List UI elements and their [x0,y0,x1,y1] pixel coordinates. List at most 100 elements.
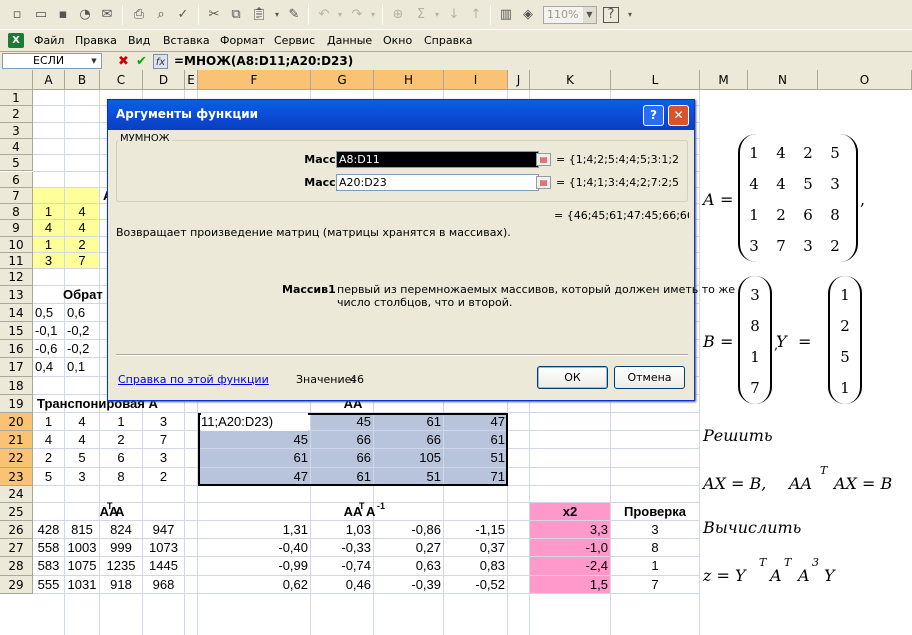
menu-view[interactable]: Вид [128,34,150,47]
cell-F22[interactable]: 61 [200,449,308,467]
excel-document-icon[interactable]: X [8,33,24,48]
hyperlink-icon[interactable]: ⊕ [389,6,407,24]
cell-A21[interactable]: 4 [35,431,62,449]
row-header-22[interactable]: 22 [0,449,33,468]
dialog-help-button[interactable]: ? [643,105,664,126]
column-header-N[interactable]: N [748,70,818,90]
cell-B20[interactable]: 4 [67,413,97,431]
chevron-down-icon[interactable]: ▼ [88,55,100,67]
cell-A23[interactable]: 5 [35,468,62,486]
cell-D28[interactable]: 1445 [145,557,182,575]
cell-A10[interactable]: 1 [35,237,62,253]
print-icon[interactable]: ⎙ [130,6,148,24]
ok-button[interactable]: ОК [537,366,608,389]
cell-B10[interactable]: 2 [67,237,97,253]
column-header-C[interactable]: C [100,70,143,90]
save-icon[interactable]: ▪ [54,6,72,24]
menu-help[interactable]: Справка [424,34,472,47]
row-header-29[interactable]: 29 [0,575,33,594]
cell-D21[interactable]: 7 [145,431,182,449]
row-header-8[interactable]: 8 [0,204,33,221]
menu-window[interactable]: Окно [383,34,412,47]
cell-H29[interactable]: -0,39 [376,576,441,594]
cell-F28[interactable]: -0,99 [200,557,308,575]
cell-K28[interactable]: -2,4 [532,557,608,575]
cell-F20[interactable]: 11;A20:D23) [201,413,308,432]
cell-L28[interactable]: 1 [613,557,697,575]
cell-I23[interactable]: 71 [446,468,505,486]
cell-D23[interactable]: 2 [145,468,182,486]
menu-format[interactable]: Формат [220,34,265,47]
row-header-19[interactable]: 19 [0,394,33,413]
row-header-2[interactable]: 2 [0,106,33,123]
cell-H26[interactable]: -0,86 [376,521,441,539]
paste-dropdown-icon[interactable]: ▾ [268,6,286,24]
cancel-button[interactable]: Отмена [614,366,685,389]
cell-D29[interactable]: 968 [145,576,182,594]
row-header-17[interactable]: 17 [0,358,33,377]
cell-A16[interactable]: -0,6 [35,340,62,358]
cell-D27[interactable]: 1073 [145,539,182,557]
permission-icon[interactable]: ◔ [76,6,94,24]
cell-C22[interactable]: 6 [102,449,140,467]
cell-F27[interactable]: -0,40 [200,539,308,557]
cell-H27[interactable]: 0,27 [376,539,441,557]
row-header-24[interactable]: 24 [0,485,33,503]
cell-B16[interactable]: -0,2 [67,340,97,358]
row-header-15[interactable]: 15 [0,322,33,341]
formula-input[interactable]: =МНОЖ(A8:D11;A20:D23) [174,52,353,71]
row-header-3[interactable]: 3 [0,122,33,139]
open-icon[interactable]: ▭ [32,6,50,24]
cell-I20[interactable]: 47 [446,413,505,431]
help-on-function-link[interactable]: Справка по этой функции [118,373,269,386]
cell-A8[interactable]: 1 [35,204,62,220]
enter-formula-button[interactable]: ✔ [134,54,149,69]
undo-dropdown-icon[interactable]: ▾ [331,6,349,24]
cell-B27[interactable]: 1003 [67,539,97,557]
cell-B28[interactable]: 1075 [67,557,97,575]
autosum-dropdown-icon[interactable]: ▾ [428,6,446,24]
column-header-D[interactable]: D [143,70,185,90]
cell-D26[interactable]: 947 [145,521,182,539]
cell-A27[interactable]: 558 [35,539,62,557]
menu-insert[interactable]: Вставка [163,34,210,47]
cell-B26[interactable]: 815 [67,521,97,539]
cell-B9[interactable]: 4 [67,220,97,236]
dialog-title-bar[interactable]: Аргументы функции ? ✕ [108,100,694,130]
cell-C23[interactable]: 8 [102,468,140,486]
sort-descending-icon[interactable]: ↑ [467,6,485,24]
chevron-down-icon[interactable]: ▼ [583,7,596,23]
column-header-K[interactable]: K [530,70,611,90]
cell-G27[interactable]: -0,33 [313,539,371,557]
column-header-H[interactable]: H [374,70,444,90]
cell-G22[interactable]: 66 [313,449,371,467]
column-header-B[interactable]: B [65,70,100,90]
cell-B22[interactable]: 5 [67,449,97,467]
cell-I27[interactable]: 0,37 [446,539,505,557]
row-header-13[interactable]: 13 [0,285,33,304]
row-header-25[interactable]: 25 [0,502,33,521]
row-header-16[interactable]: 16 [0,340,33,359]
chart-wizard-icon[interactable]: ▥ [497,6,515,24]
cell-L29[interactable]: 7 [613,576,697,594]
column-header-L[interactable]: L [611,70,700,90]
cell-H21[interactable]: 66 [376,431,441,449]
cell-A11[interactable]: 3 [35,253,62,269]
cell-A26[interactable]: 428 [35,521,62,539]
column-header-E[interactable]: E [185,70,198,90]
column-header-F[interactable]: F [198,70,311,90]
cell-B21[interactable]: 4 [67,431,97,449]
cell-K26[interactable]: 3,3 [532,521,608,539]
cell-C29[interactable]: 918 [102,576,140,594]
cell-G29[interactable]: 0,46 [313,576,371,594]
column-header-J[interactable]: J [508,70,530,90]
cell-K29[interactable]: 1,5 [532,576,608,594]
cell-C27[interactable]: 999 [102,539,140,557]
column-header-M[interactable]: M [700,70,748,90]
cell-A14[interactable]: 0,5 [35,304,62,322]
cell-D22[interactable]: 3 [145,449,182,467]
redo-dropdown-icon[interactable]: ▾ [364,6,382,24]
row-header-6[interactable]: 6 [0,171,33,188]
insert-function-button[interactable]: fx [153,54,168,69]
menu-file[interactable]: Файл [34,34,64,47]
